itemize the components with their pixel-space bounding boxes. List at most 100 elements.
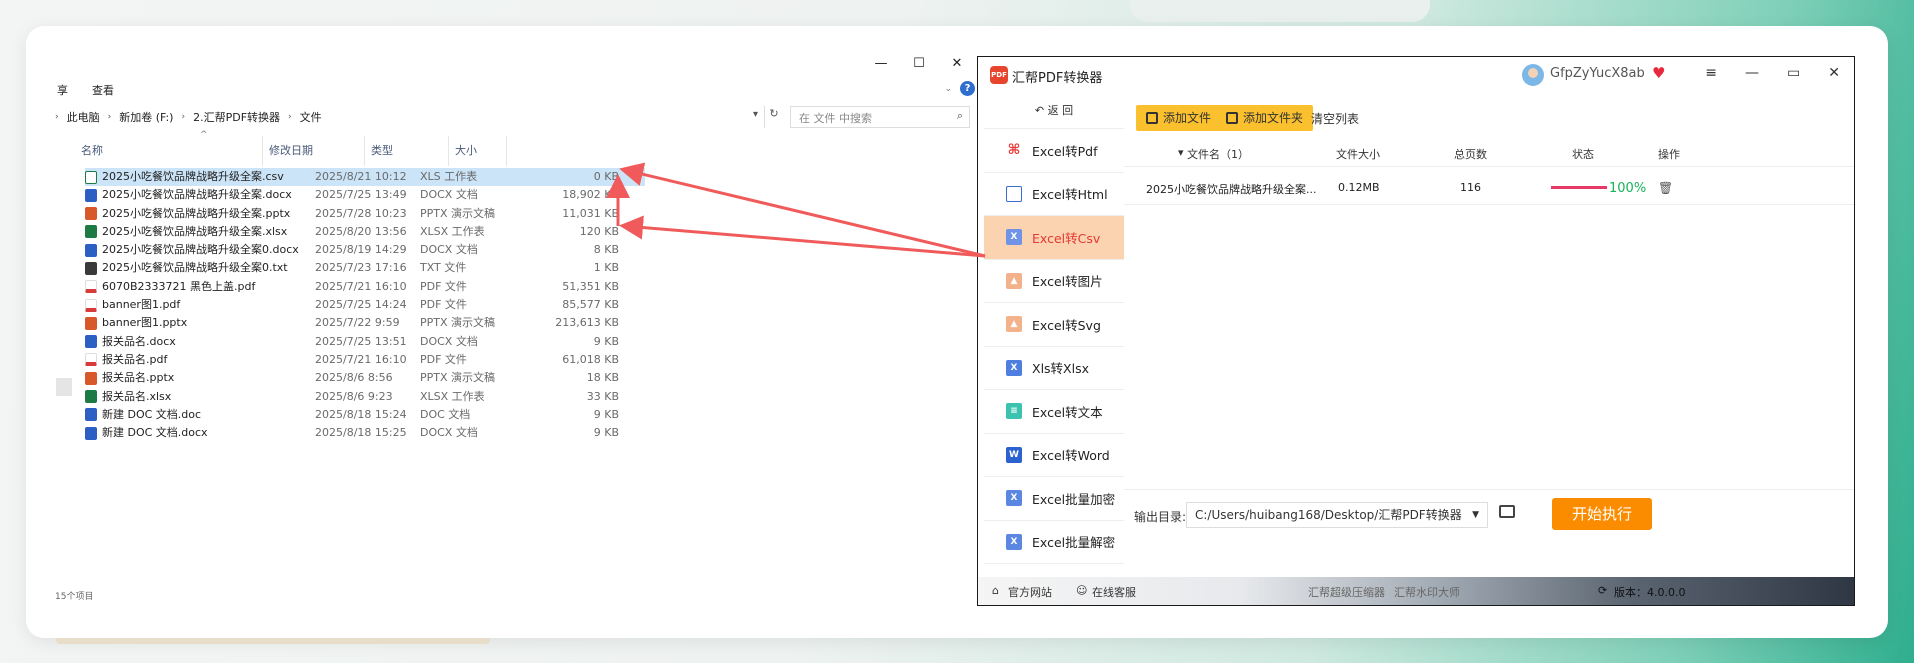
search-placeholder: 在 文件 中搜索 (799, 112, 872, 125)
help-icon[interactable]: ? (960, 81, 975, 96)
sidebar-x-icon: X (1006, 359, 1022, 376)
chevron-down-icon[interactable]: ▾ (753, 109, 758, 120)
file-type: PDF 文件 (420, 352, 467, 366)
sidebar-item[interactable]: X Excel批量解密 (984, 521, 1124, 564)
file-name-cell: 新建 DOC 文档.docx (85, 424, 310, 442)
select-checkbox[interactable] (56, 378, 72, 396)
add-file-button[interactable]: 添加文件 (1136, 105, 1222, 131)
output-path-select[interactable]: C:/Users/huibang168/Desktop/汇帮PDF转换器 ▼ (1186, 502, 1488, 528)
file-txt-icon (85, 261, 97, 275)
minimize-button[interactable]: — (1745, 65, 1759, 81)
sidebar-item-label: Excel转Html (1032, 187, 1108, 203)
file-row[interactable]: 2025小吃餐饮品牌战略升级全案0.docx 2025/8/19 14:29 DOC… (85, 241, 645, 259)
back-button[interactable]: ↶ 返 回 (984, 93, 1124, 129)
back-label: 返 回 (1047, 104, 1074, 117)
column-header-date[interactable]: 修改日期 (263, 136, 365, 166)
output-bar: 输出目录: C:/Users/huibang168/Desktop/汇帮PDF转… (1124, 489, 1854, 539)
file-type: DOC 文档 (420, 407, 471, 421)
file-date: 2025/7/25 14:24 (315, 298, 407, 312)
file-name: 6070B2333721 黑色上盖.pdf (102, 279, 256, 293)
file-date: 2025/8/20 13:56 (315, 224, 407, 238)
file-row[interactable]: 报关品名.pptx 2025/8/6 8:56 PPTX 演示文稿 18 KB (85, 369, 645, 387)
official-site-link[interactable]: 官方网站 (1008, 584, 1052, 600)
file-row[interactable]: 2025小吃餐饮品牌战略升级全案.pptx 2025/7/28 10:23 PPTX… (85, 205, 645, 223)
sidebar-item[interactable]: Excel转Html (984, 173, 1124, 216)
file-pdf-icon (85, 298, 97, 312)
file-row[interactable]: 2025小吃餐饮品牌战略升级全案.xlsx 2025/8/20 13:56 XLSX… (85, 223, 645, 241)
sidebar-lock-icon: X (1006, 533, 1022, 550)
file-docx-icon (85, 243, 97, 257)
header-status: 状态 (1572, 148, 1594, 161)
footer-link-compressor[interactable]: 汇帮超级压缩器 (1308, 584, 1385, 600)
close-button[interactable]: ✕ (949, 56, 965, 71)
file-row[interactable]: 2025小吃餐饮品牌战略升级全案.csv 2025/8/21 10:12 XLS 工… (85, 168, 645, 187)
sidebar-item[interactable]: ⌘ Excel转Pdf (984, 129, 1124, 173)
search-input[interactable]: 在 文件 中搜索 ⌕ (790, 106, 970, 128)
sidebar-item[interactable]: ▲ Excel转Svg (984, 303, 1124, 347)
breadcrumb-drive[interactable]: 新加卷 (F:) (119, 109, 173, 125)
vip-heart-icon[interactable]: ♥ (1652, 64, 1665, 82)
maximize-button[interactable]: ▭ (1787, 65, 1800, 81)
file-name: 2025小吃餐饮品牌战略升级全案.pptx (102, 206, 291, 220)
file-row[interactable]: 报关品名.docx 2025/7/25 13:51 DOCX 文档 9 KB (85, 333, 645, 351)
column-header-size[interactable]: 大小 (449, 136, 507, 166)
main-panel: 添加文件 添加文件夹 清空列表 ▾ 文件名（1） 文件大小 总页数 状态 操作 … (1124, 93, 1854, 597)
breadcrumb-current[interactable]: 文件 (300, 109, 322, 125)
sidebar-item[interactable]: ≡ Excel转文本 (984, 390, 1124, 434)
sidebar-item[interactable]: X Xls转Xlsx (984, 347, 1124, 390)
address-bar[interactable]: › 此电脑 › 新加卷 (F:) › 2.汇帮PDF转换器 › 文件 ▾ (55, 106, 765, 128)
online-service-link[interactable]: 在线客服 (1092, 584, 1136, 600)
maximize-button[interactable]: ☐ (911, 56, 927, 71)
expand-ribbon-icon[interactable]: ⌄ (944, 84, 952, 94)
breadcrumb-folder[interactable]: 2.汇帮PDF转换器 (193, 109, 280, 125)
app-titlebar: PDF 汇帮PDF转换器 GfpZyYucX8ab ♥ ≡ — ▭ ✕ (978, 57, 1854, 93)
file-name: 报关品名.pdf (102, 352, 168, 366)
sidebar-item[interactable]: X Excel转Csv (984, 216, 1124, 260)
file-name-cell: 2025小吃餐饮品牌战略升级全案.pptx (85, 205, 310, 223)
file-row[interactable]: 2025小吃餐饮品牌战略升级全案.docx 2025/7/25 13:49 DOCX… (85, 186, 645, 204)
file-row[interactable]: 报关品名.xlsx 2025/8/6 9:23 XLSX 工作表 33 KB (85, 388, 645, 406)
sort-desc-icon[interactable]: ▾ (1178, 146, 1184, 159)
table-row[interactable]: 2025小吃餐饮品牌战略升级全案... 0.12MB 116 100% 🗑 (1124, 169, 1854, 205)
sidebar-item[interactable]: W Excel转Word (984, 434, 1124, 477)
chevron-down-icon: ▼ (1472, 510, 1479, 520)
file-name-cell: 报关品名.xlsx (85, 388, 310, 406)
add-folder-button[interactable]: 添加文件夹 (1216, 105, 1314, 131)
file-row[interactable]: 新建 DOC 文档.doc 2025/8/18 15:24 DOC 文档 9 KB (85, 406, 645, 424)
file-row[interactable]: 新建 DOC 文档.docx 2025/8/18 15:25 DOCX 文档 9 KB (85, 424, 645, 442)
footer-link-watermark[interactable]: 汇帮水印大师 (1394, 584, 1460, 600)
menu-share[interactable]: 享 (57, 82, 68, 98)
file-pptx-icon (85, 371, 97, 385)
file-row[interactable]: 报关品名.pdf 2025/7/21 16:10 PDF 文件 61,018 KB (85, 351, 645, 369)
refresh-icon[interactable]: ⟳ (1598, 584, 1607, 597)
menu-icon[interactable]: ≡ (1705, 65, 1717, 81)
start-button[interactable]: 开始执行 (1552, 498, 1652, 530)
file-type: PPTX 演示文稿 (420, 316, 496, 330)
sidebar-item[interactable]: ▲ Excel转图片 (984, 260, 1124, 303)
file-name: 2025小吃餐饮品牌战略升级全案.docx (102, 188, 292, 202)
folder-icon[interactable] (1499, 505, 1515, 518)
file-row[interactable]: 6070B2333721 黑色上盖.pdf 2025/7/21 16:10 PDF … (85, 278, 645, 296)
output-path-value: C:/Users/huibang168/Desktop/汇帮PDF转换器 (1195, 508, 1462, 522)
file-row[interactable]: banner图1.pdf 2025/7/25 14:24 PDF 文件 85,577 … (85, 296, 645, 314)
close-button[interactable]: ✕ (1828, 65, 1840, 81)
delete-icon[interactable]: 🗑 (1658, 181, 1673, 195)
column-header-name[interactable]: 名称 (75, 136, 263, 166)
breadcrumb-this-pc[interactable]: 此电脑 (67, 109, 100, 125)
user-name[interactable]: GfpZyYucX8ab (1550, 66, 1645, 81)
file-row[interactable]: banner图1.pptx 2025/7/22 9:59 PPTX 演示文稿 213,… (85, 314, 645, 332)
file-docx-icon (85, 188, 97, 202)
file-explorer-window: — ☐ ✕ 享 查看 ⌄ ? › 此电脑 › 新加卷 (F:) › 2.汇帮PD… (55, 48, 975, 608)
sidebar-item[interactable]: X Excel批量加密 (984, 477, 1124, 521)
clear-list-button[interactable]: 清空列表 (1311, 110, 1359, 127)
header-pages: 总页数 (1454, 148, 1487, 161)
file-type: TXT 文件 (420, 261, 467, 275)
minimize-button[interactable]: — (873, 56, 889, 71)
avatar[interactable] (1522, 64, 1544, 86)
refresh-icon[interactable]: ↻ (766, 107, 782, 127)
column-header-type[interactable]: 类型 (365, 136, 449, 166)
progress-text: 100% (1609, 181, 1647, 196)
menu-view[interactable]: 查看 (92, 82, 114, 98)
file-row[interactable]: 2025小吃餐饮品牌战略升级全案0.txt 2025/7/23 17:16 TXT … (85, 259, 645, 277)
header-filename[interactable]: 文件名（1） (1187, 146, 1249, 162)
